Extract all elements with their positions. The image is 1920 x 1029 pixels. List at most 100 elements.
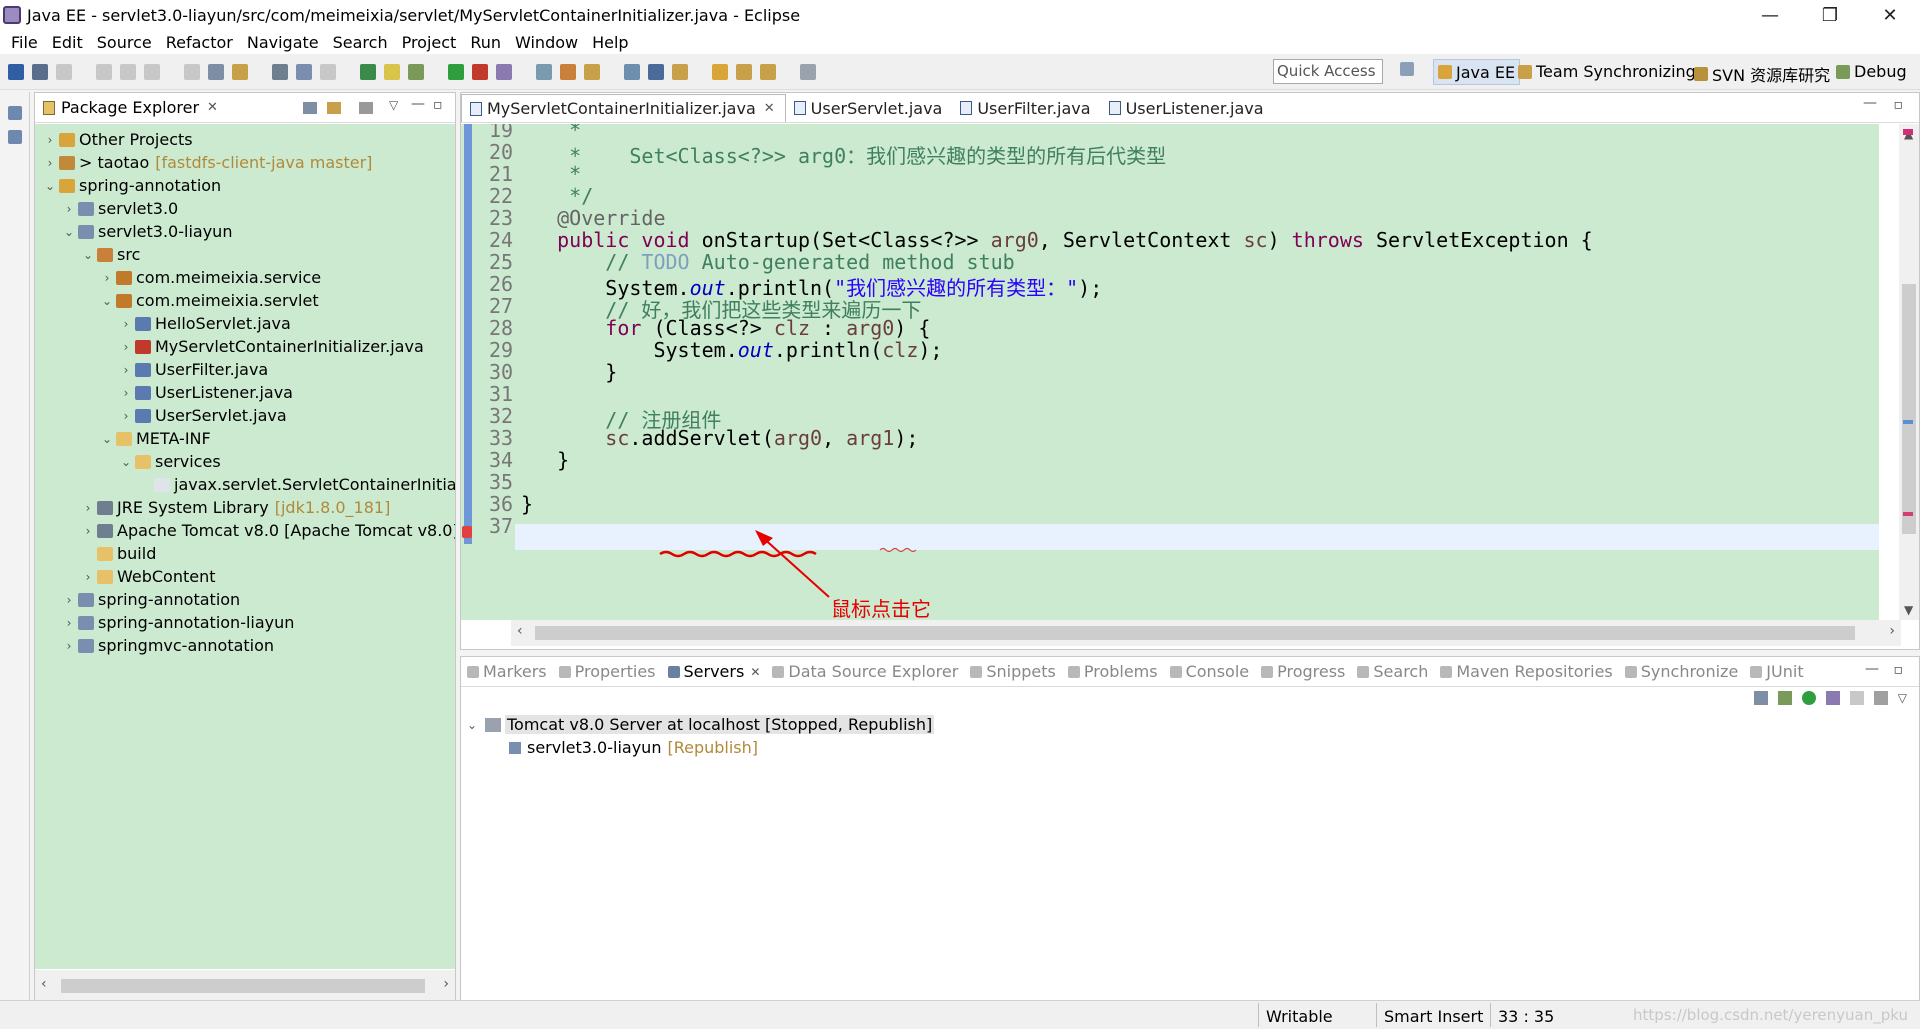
tree-item[interactable]: javax.servlet.ServletContainerInitialize… [138, 473, 455, 496]
toolbar-button-icon[interactable] [360, 64, 376, 80]
chevron-right-icon[interactable]: › [43, 133, 57, 147]
maximize-editor-icon[interactable]: ▫ [1894, 97, 1904, 113]
tree-item[interactable]: › JRE System Library [jdk1.8.0_181] [81, 496, 391, 519]
editor-hscrollbar[interactable]: ‹ › [511, 620, 1901, 646]
close-icon[interactable]: ✕ [764, 101, 775, 116]
toolbar-button-icon[interactable] [800, 64, 816, 80]
toolbar-button-icon[interactable] [672, 64, 688, 80]
tree-item[interactable]: › MyServletContainerInitializer.java [119, 335, 424, 358]
view-menu-icon[interactable]: ▽ [389, 98, 398, 112]
code-line[interactable]: @Override [521, 206, 665, 230]
tree-item[interactable]: › servlet3.0 [62, 197, 179, 220]
menu-search[interactable]: Search [333, 33, 388, 52]
menu-navigate[interactable]: Navigate [247, 33, 319, 52]
code-line[interactable]: * [521, 162, 581, 186]
chevron-right-icon[interactable]: › [81, 570, 95, 584]
toolbar-button-icon[interactable] [144, 64, 160, 80]
chevron-down-icon[interactable]: ⌄ [81, 248, 95, 262]
chevron-right-icon[interactable]: › [43, 156, 57, 170]
tree-item[interactable]: ⌄ services [119, 450, 221, 473]
tree-item[interactable]: build [81, 542, 156, 565]
toolbar-button-icon[interactable] [712, 64, 728, 80]
chevron-down-icon[interactable]: ⌄ [43, 179, 57, 193]
toolbar-button-icon[interactable] [208, 64, 224, 80]
chevron-right-icon[interactable]: › [119, 340, 133, 354]
start-server-icon[interactable] [1801, 691, 1816, 705]
scroll-right-icon[interactable]: › [1889, 623, 1895, 639]
tab-userservlet[interactable]: UserServlet.java [786, 94, 953, 122]
maximize-view-icon[interactable]: ▫ [1894, 662, 1904, 678]
close-icon[interactable]: ✕ [750, 665, 760, 679]
chevron-right-icon[interactable]: › [119, 386, 133, 400]
stop-server-icon[interactable] [1849, 691, 1864, 705]
tree-item[interactable]: ⌄ servlet3.0-liayun [62, 220, 232, 243]
tab-userlistener[interactable]: UserListener.java [1101, 94, 1274, 122]
chevron-right-icon[interactable]: › [119, 363, 133, 377]
collapse-icon[interactable] [1753, 691, 1768, 705]
minimize-editor-icon[interactable]: — [1863, 95, 1877, 111]
collapse-all-icon[interactable] [303, 102, 317, 114]
menu-refactor[interactable]: Refactor [166, 33, 233, 52]
chevron-right-icon[interactable]: › [62, 202, 76, 216]
code-area[interactable]: 19 20 21 22 23 24 25 26 27 28 29 30 31 32 33 34 35 36 37 *… [461, 124, 1879, 620]
scroll-down-icon[interactable]: ▼ [1904, 603, 1913, 617]
scroll-thumb[interactable] [61, 979, 425, 993]
tree-item[interactable]: › UserListener.java [119, 381, 293, 404]
toolbar-button-icon[interactable] [32, 64, 48, 80]
toolbar-button-icon[interactable] [648, 64, 664, 80]
error-marker-icon[interactable] [462, 526, 472, 538]
close-icon[interactable]: ✕ [207, 100, 218, 115]
toolbar-button-icon[interactable] [584, 64, 600, 80]
tree-item[interactable]: › UserServlet.java [119, 404, 287, 427]
maximize-view-icon[interactable]: ▫ [433, 97, 443, 113]
code-line[interactable]: public void onStartup(Set<Class<?>> arg0… [521, 228, 1593, 252]
menu-run[interactable]: Run [470, 33, 501, 52]
outline-icon[interactable] [8, 130, 22, 144]
tree-item[interactable]: › WebContent [81, 565, 216, 588]
server-module-row[interactable]: servlet3.0-liayun [Republish] [509, 738, 758, 757]
tab-data-source-explorer[interactable]: Data Source Explorer [772, 662, 958, 681]
code-line[interactable]: // TODO Auto-generated method stub [521, 250, 1014, 274]
tree-item[interactable]: › Other Projects [43, 128, 193, 151]
chevron-right-icon[interactable]: › [119, 317, 133, 331]
scroll-thumb[interactable] [1902, 284, 1916, 534]
tab-markers[interactable]: Markers [467, 662, 547, 681]
editor-vscrollbar[interactable]: ▲ ▼ [1899, 124, 1919, 620]
scroll-left-icon[interactable]: ‹ [41, 976, 47, 992]
toolbar-button-icon[interactable] [448, 64, 464, 80]
tab-progress[interactable]: Progress [1261, 662, 1345, 681]
toolbar-button-icon[interactable] [624, 64, 640, 80]
toolbar-button-icon[interactable] [496, 64, 512, 80]
toolbar-button-icon[interactable] [232, 64, 248, 80]
code-line[interactable]: sc.addServlet(arg0, arg1); [521, 426, 918, 450]
debug-server-icon[interactable] [1777, 691, 1792, 705]
tree-item[interactable]: › HelloServlet.java [119, 312, 291, 335]
tab-search[interactable]: Search [1357, 662, 1428, 681]
chevron-right-icon[interactable]: › [62, 639, 76, 653]
menu-project[interactable]: Project [402, 33, 457, 52]
chevron-down-icon[interactable]: ⌄ [100, 432, 114, 446]
minimize-view-icon[interactable]: — [411, 96, 425, 112]
scroll-up-icon[interactable]: ▲ [1904, 127, 1913, 141]
view-menu-icon[interactable]: ▽ [1898, 691, 1907, 705]
scroll-left-icon[interactable]: ‹ [517, 623, 523, 639]
tree-item[interactable]: › > taotao [fastdfs-client-java master] [43, 151, 373, 174]
code-line[interactable]: System.out.println(clz); [521, 338, 942, 362]
publish-icon[interactable] [1873, 691, 1888, 705]
chevron-right-icon[interactable]: › [119, 409, 133, 423]
restore-button[interactable]: ❐ [1800, 0, 1860, 30]
server-row[interactable]: ⌄ Tomcat v8.0 Server at localhost [Stopp… [465, 715, 935, 734]
code-line[interactable]: } [521, 448, 569, 472]
tab-maven-repositories[interactable]: Maven Repositories [1440, 662, 1613, 681]
profile-server-icon[interactable] [1825, 691, 1840, 705]
tree-item[interactable]: › spring-annotation [62, 588, 241, 611]
close-button[interactable]: ✕ [1860, 0, 1920, 30]
tree-item[interactable]: › com.meimeixia.service [100, 266, 322, 289]
toolbar-button-icon[interactable] [736, 64, 752, 80]
toolbar-button-icon[interactable] [536, 64, 552, 80]
minimize-button[interactable]: — [1740, 0, 1800, 30]
code-line[interactable]: */ [521, 184, 593, 208]
tree-item[interactable]: › springmvc-annotation [62, 634, 274, 657]
minimize-view-icon[interactable]: — [1865, 661, 1879, 677]
toolbar-button-icon[interactable] [96, 64, 112, 80]
